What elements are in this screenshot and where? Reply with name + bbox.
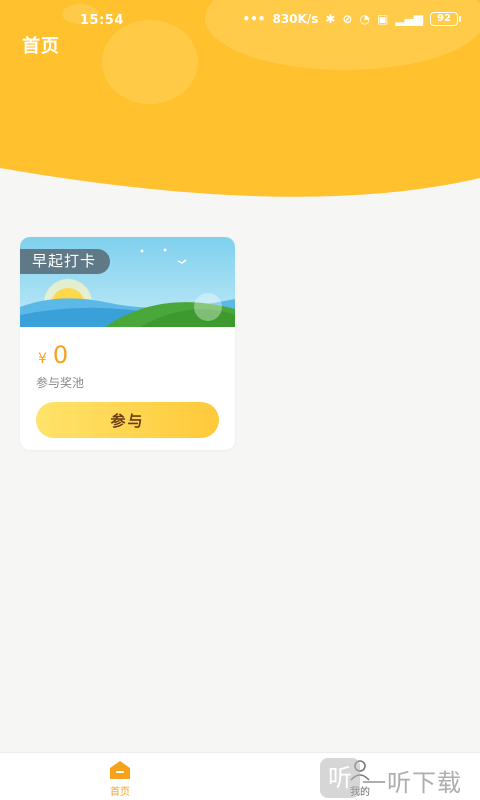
currency-symbol: ¥ [38,351,47,367]
hd-icon: ▣ [376,12,389,26]
battery-icon: 92 [430,12,461,26]
card-tag: 早起打卡 [20,249,111,274]
alarm-icon: ◔ [359,12,370,26]
nav-home-label: 首页 [110,787,130,798]
home-icon [110,761,130,779]
prize-pool-label: 参与奖池 [36,376,85,390]
page-title: 首页 [22,36,60,57]
status-bar: 15:54 ••• 830K/s ✱ ⊘ ◔ ▣ ▂▄▆ 92 [0,0,480,42]
mute-icon: ⊘ [342,12,353,26]
watermark-text: 一听下载 [362,769,462,797]
prize-amount: ¥ 0 [38,341,68,369]
network-speed: 830K/s [272,12,319,26]
early-checkin-card[interactable]: 早起打卡 ¥ 0 参与奖池 参与 [20,237,235,450]
status-time: 15:54 [80,13,124,28]
nav-item-home[interactable]: 首页 [90,759,150,798]
watermark: 听 一听下载 [318,758,478,798]
more-dots-icon: ••• [242,12,266,26]
prize-value: 0 [52,341,69,369]
bluetooth-icon: ✱ [325,12,336,26]
home-screen: 15:54 ••• 830K/s ✱ ⊘ ◔ ▣ ▂▄▆ 92 首页 早起打卡 … [0,0,480,800]
join-button[interactable]: 参与 [36,402,219,438]
signal-icon: ▂▄▆ [395,12,423,26]
status-icons: ••• 830K/s ✱ ⊘ ◔ ▣ ▂▄▆ 92 [242,12,461,26]
watermark-logo: 听 [320,758,360,798]
